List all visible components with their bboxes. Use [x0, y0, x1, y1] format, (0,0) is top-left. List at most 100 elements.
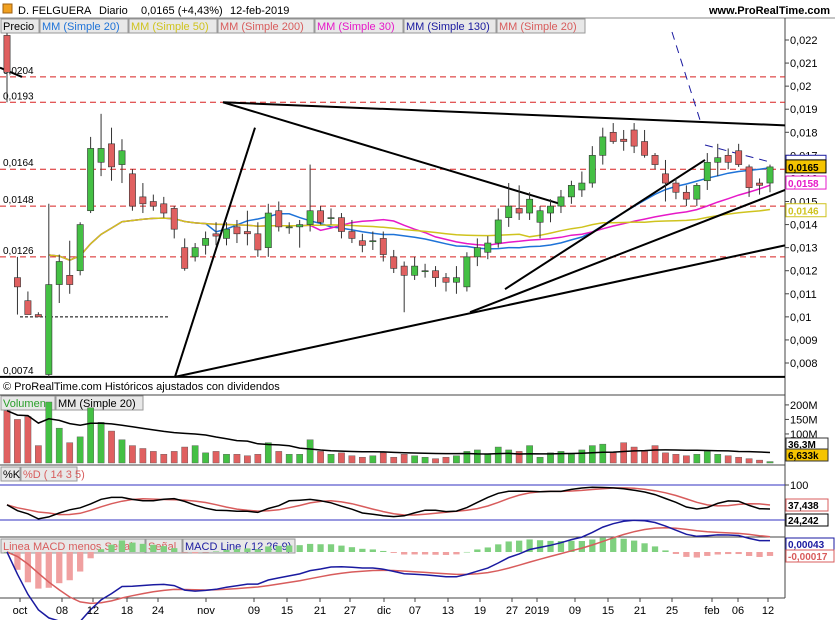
macd-histogram-bar — [756, 552, 763, 557]
candle-body — [118, 150, 126, 165]
stoch-tag: 24,242 — [788, 516, 819, 527]
y-tick-label: 0,022 — [790, 35, 818, 47]
x-tick-label: 06 — [732, 605, 744, 617]
volume-bar — [453, 455, 460, 464]
macd-histogram-bar — [56, 552, 63, 584]
volume-bar — [348, 455, 356, 464]
volume-bar — [191, 445, 199, 464]
candle-body — [149, 201, 157, 207]
volume-bar — [76, 436, 84, 464]
candle-body — [651, 155, 659, 165]
x-tick-label: 18 — [121, 605, 133, 617]
y-tick-label: 0,014 — [790, 220, 818, 232]
candle-body — [233, 226, 241, 235]
volume-bar — [474, 449, 481, 464]
volume-bar — [97, 422, 105, 464]
price-tag: 0,0158 — [788, 179, 819, 190]
x-tick-label: dic — [377, 605, 392, 617]
volume-bar — [693, 454, 701, 464]
macd-histogram-bar — [432, 552, 439, 555]
logo-icon — [2, 3, 13, 14]
volume-bar — [369, 455, 377, 464]
volume-bar — [672, 454, 680, 464]
volume-bar — [714, 454, 722, 464]
macd-histogram-bar — [495, 544, 502, 552]
macd-histogram-bar — [327, 544, 335, 552]
stoch-tick-label: 100 — [790, 480, 808, 492]
macd-histogram-bar — [286, 545, 293, 552]
candle-body — [223, 228, 230, 239]
volume-bar — [568, 454, 575, 464]
macd-histogram-bar — [108, 544, 115, 552]
volume-bar — [662, 452, 669, 464]
macd-histogram-bar — [641, 543, 648, 552]
candle-body — [567, 185, 575, 198]
candle-body — [34, 314, 42, 318]
volume-bar — [390, 456, 398, 464]
macd-histogram-bar — [233, 549, 241, 552]
macd-histogram-bar — [421, 552, 429, 555]
level-label: 0,0164 — [3, 158, 34, 169]
candle-body — [693, 185, 701, 200]
level-label: 0,0193 — [3, 91, 34, 102]
macd-histogram-bar — [651, 546, 659, 552]
x-tick-label: 27 — [506, 605, 518, 617]
volume-bar — [45, 401, 53, 464]
macd-histogram-bar — [87, 552, 94, 559]
volume-bar — [3, 410, 11, 464]
volume-bar — [202, 452, 209, 464]
volume-bar — [735, 456, 742, 464]
macd-histogram-bar — [296, 545, 303, 552]
volume-bar — [651, 445, 659, 464]
level-label: 0,0074 — [3, 366, 34, 377]
volume-ma-label: MM (Simple 20) — [58, 398, 136, 410]
volume-bar — [160, 454, 168, 464]
site-url[interactable]: www.ProRealTime.com — [708, 5, 830, 17]
x-tick-label: oct — [13, 605, 28, 617]
x-tick-label: 15 — [281, 605, 293, 617]
x-tick-label: 2019 — [525, 605, 549, 617]
candle-body — [66, 275, 74, 285]
copyright-footer: © ProRealTime.com Históricos ajustados c… — [3, 381, 280, 393]
macd-histogram-bar — [536, 540, 544, 552]
candle-body — [254, 233, 262, 251]
macd-histogram-bar — [463, 551, 471, 553]
macd-histogram-bar — [359, 548, 366, 552]
candle-body — [766, 166, 774, 184]
x-tick-label: 08 — [56, 605, 68, 617]
volume-bar — [536, 456, 544, 464]
macd-histogram-bar — [129, 542, 136, 552]
level-label: 0,0126 — [3, 246, 34, 257]
legend-label: MM (Simple 50) — [131, 21, 209, 33]
volume-bar — [285, 454, 293, 464]
x-tick-label: 24 — [152, 605, 164, 617]
volume-bar — [317, 451, 324, 464]
candle-body — [358, 240, 366, 246]
candle-body — [348, 231, 356, 239]
x-tick-label: 19 — [474, 605, 486, 617]
volume-bar — [588, 445, 596, 464]
volume-bar — [254, 454, 262, 464]
candle-body — [682, 191, 690, 200]
candle-body — [484, 242, 492, 253]
volume-bar — [170, 451, 178, 464]
volume-bar — [244, 455, 251, 464]
macd-histogram-bar — [181, 552, 188, 553]
volume-bar — [264, 442, 272, 464]
y-tick-label: 0,008 — [790, 358, 818, 370]
volume-bar — [233, 454, 241, 464]
macd-histogram-bar — [725, 552, 732, 555]
macd-histogram-bar — [401, 552, 408, 555]
candle-body — [609, 131, 617, 142]
volume-bar — [620, 442, 628, 464]
y-tick-label: 0,011 — [790, 289, 817, 301]
macd-histogram-bar — [714, 552, 721, 555]
macd-histogram-bar — [160, 546, 167, 552]
candle-body — [306, 210, 314, 225]
legend-label: MM (Simple 30) — [317, 21, 395, 33]
price-tag: 0,0165 — [788, 163, 819, 174]
candle-body — [400, 265, 408, 276]
candle-body — [473, 247, 481, 258]
candle-body — [296, 224, 304, 228]
macd-histogram-bar — [704, 552, 711, 556]
